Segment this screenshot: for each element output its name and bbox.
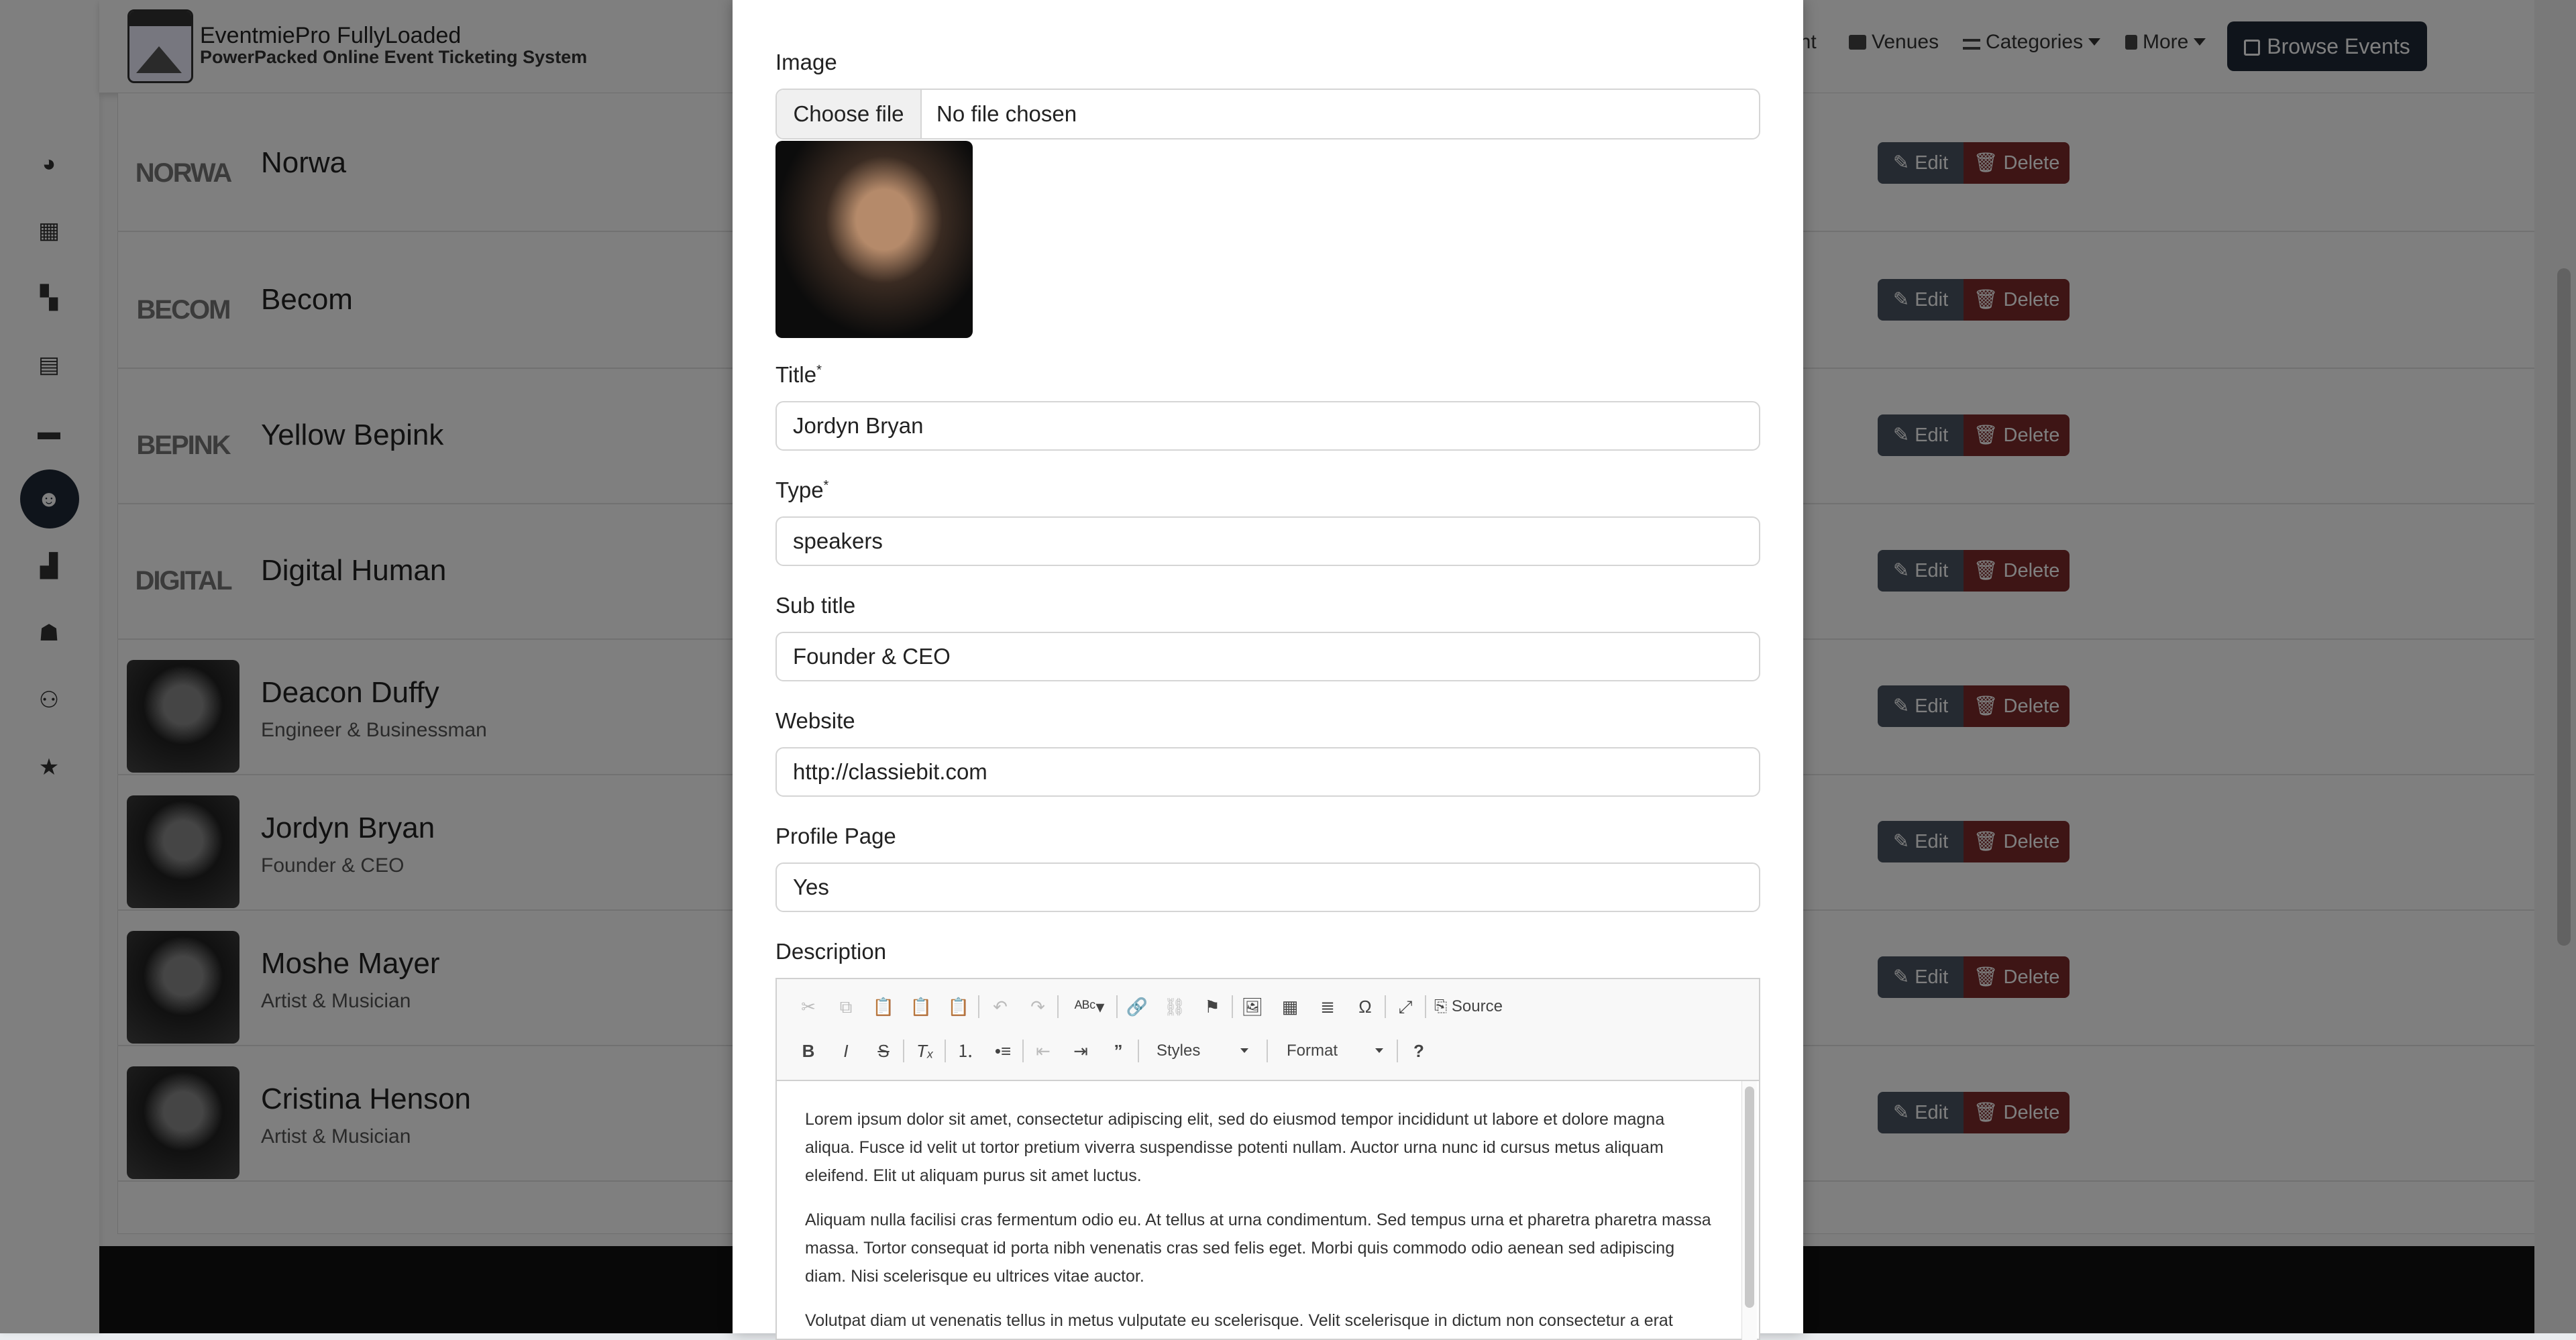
description-label: Description xyxy=(775,939,887,964)
description-editor: ✂ ⧉ 📋 📋 📋 ↶ ↷ ᴬᴮᶜ▾ 🔗 ⛓ ⚑ 🖼 ▦ ≣ Ω ⤢ ⎘ Sou… xyxy=(775,978,1760,1340)
italic-icon[interactable]: I xyxy=(835,1040,857,1062)
image-label: Image xyxy=(775,50,837,74)
choose-file-button[interactable]: Choose file xyxy=(777,90,922,138)
toolbar-divider xyxy=(1267,1040,1268,1062)
toolbar-divider xyxy=(978,995,979,1018)
table-icon[interactable]: ▦ xyxy=(1279,995,1301,1018)
required-mark: * xyxy=(823,478,829,493)
toolbar-divider xyxy=(1057,995,1059,1018)
copy-icon[interactable]: ⧉ xyxy=(835,995,857,1018)
source-button[interactable]: ⎘ Source xyxy=(1434,995,1515,1018)
toolbar-divider xyxy=(945,1040,946,1062)
remove-format-icon[interactable]: Tₓ xyxy=(914,1040,936,1062)
website-field[interactable]: http://classiebit.com xyxy=(775,747,1760,797)
help-icon[interactable]: ? xyxy=(1407,1040,1430,1062)
editor-paragraph: Aliquam nulla facilisi cras fermentum od… xyxy=(805,1211,1711,1286)
editor-paragraph: Volutpat diam ut venenatis tellus in met… xyxy=(805,1311,1673,1330)
link-icon[interactable]: 🔗 xyxy=(1126,995,1148,1018)
bulleted-list-icon[interactable]: •≡ xyxy=(991,1040,1014,1062)
styles-label: Styles xyxy=(1157,1042,1201,1060)
toolbar-divider xyxy=(1116,995,1118,1018)
type-field[interactable]: speakers xyxy=(775,516,1760,566)
chevron-down-icon xyxy=(1240,1048,1249,1053)
required-mark: * xyxy=(816,363,822,378)
toolbar-divider xyxy=(1022,1040,1024,1062)
paste-word-icon[interactable]: 📋 xyxy=(947,995,970,1018)
maximize-icon[interactable]: ⤢ xyxy=(1394,995,1417,1018)
toolbar-divider xyxy=(1385,995,1386,1018)
styles-dropdown[interactable]: Styles xyxy=(1147,1038,1264,1064)
type-label: Type* xyxy=(775,478,828,503)
profile-page-select[interactable]: Yes xyxy=(775,862,1760,912)
editor-scrollbar-thumb[interactable] xyxy=(1745,1086,1754,1308)
source-label: Source xyxy=(1451,997,1503,1015)
toolbar-divider xyxy=(903,1040,904,1062)
chevron-down-icon xyxy=(1375,1048,1384,1053)
toolbar-divider xyxy=(1232,995,1233,1018)
paste-text-icon[interactable]: 📋 xyxy=(910,995,932,1018)
image-file-input[interactable]: Choose file No file chosen xyxy=(775,89,1760,139)
cut-icon[interactable]: ✂ xyxy=(797,995,820,1018)
format-label: Format xyxy=(1287,1042,1338,1060)
strikethrough-icon[interactable]: S xyxy=(872,1040,895,1062)
numbered-list-icon[interactable]: ⒈ xyxy=(954,1040,977,1062)
website-label: Website xyxy=(775,708,855,733)
editor-paragraph: Lorem ipsum dolor sit amet, consectetur … xyxy=(805,1110,1665,1185)
indent-icon[interactable]: ⇥ xyxy=(1069,1040,1092,1062)
paste-icon[interactable]: 📋 xyxy=(872,995,895,1018)
redo-icon[interactable]: ↷ xyxy=(1026,995,1049,1018)
horizontal-line-icon[interactable]: ≣ xyxy=(1316,995,1339,1018)
title-field[interactable]: Jordyn Bryan xyxy=(775,401,1760,451)
unlink-icon[interactable]: ⛓ xyxy=(1163,995,1186,1018)
special-char-icon[interactable]: Ω xyxy=(1354,995,1377,1018)
spellcheck-icon[interactable]: ᴬᴮᶜ▾ xyxy=(1071,995,1108,1018)
format-dropdown[interactable]: Format xyxy=(1277,1038,1394,1064)
subtitle-field[interactable]: Founder & CEO xyxy=(775,632,1760,681)
edit-performer-modal: Image Choose file No file chosen Title* … xyxy=(733,0,1803,1340)
anchor-flag-icon[interactable]: ⚑ xyxy=(1201,995,1224,1018)
toolbar-divider xyxy=(1397,1040,1398,1062)
bold-icon[interactable]: B xyxy=(797,1040,820,1062)
file-status-text: No file chosen xyxy=(936,101,1077,126)
toolbar-divider xyxy=(1425,995,1426,1018)
title-label-text: Title xyxy=(775,362,817,387)
blockquote-icon[interactable]: ” xyxy=(1107,1040,1130,1062)
title-label: Title* xyxy=(775,362,822,388)
profile-page-label: Profile Page xyxy=(775,824,896,848)
image-icon[interactable]: 🖼 xyxy=(1241,995,1264,1018)
editor-toolbar: ✂ ⧉ 📋 📋 📋 ↶ ↷ ᴬᴮᶜ▾ 🔗 ⛓ ⚑ 🖼 ▦ ≣ Ω ⤢ ⎘ Sou… xyxy=(777,979,1759,1081)
undo-icon[interactable]: ↶ xyxy=(989,995,1012,1018)
outdent-icon[interactable]: ⇤ xyxy=(1032,1040,1055,1062)
type-label-text: Type xyxy=(775,478,824,502)
editor-content[interactable]: Lorem ipsum dolor sit amet, consectetur … xyxy=(777,1080,1743,1340)
subtitle-label: Sub title xyxy=(775,593,856,618)
toolbar-divider xyxy=(1138,1040,1139,1062)
editor-scrollbar[interactable] xyxy=(1741,1081,1757,1340)
image-preview xyxy=(775,141,973,338)
source-icon: ⎘ xyxy=(1434,997,1452,1015)
